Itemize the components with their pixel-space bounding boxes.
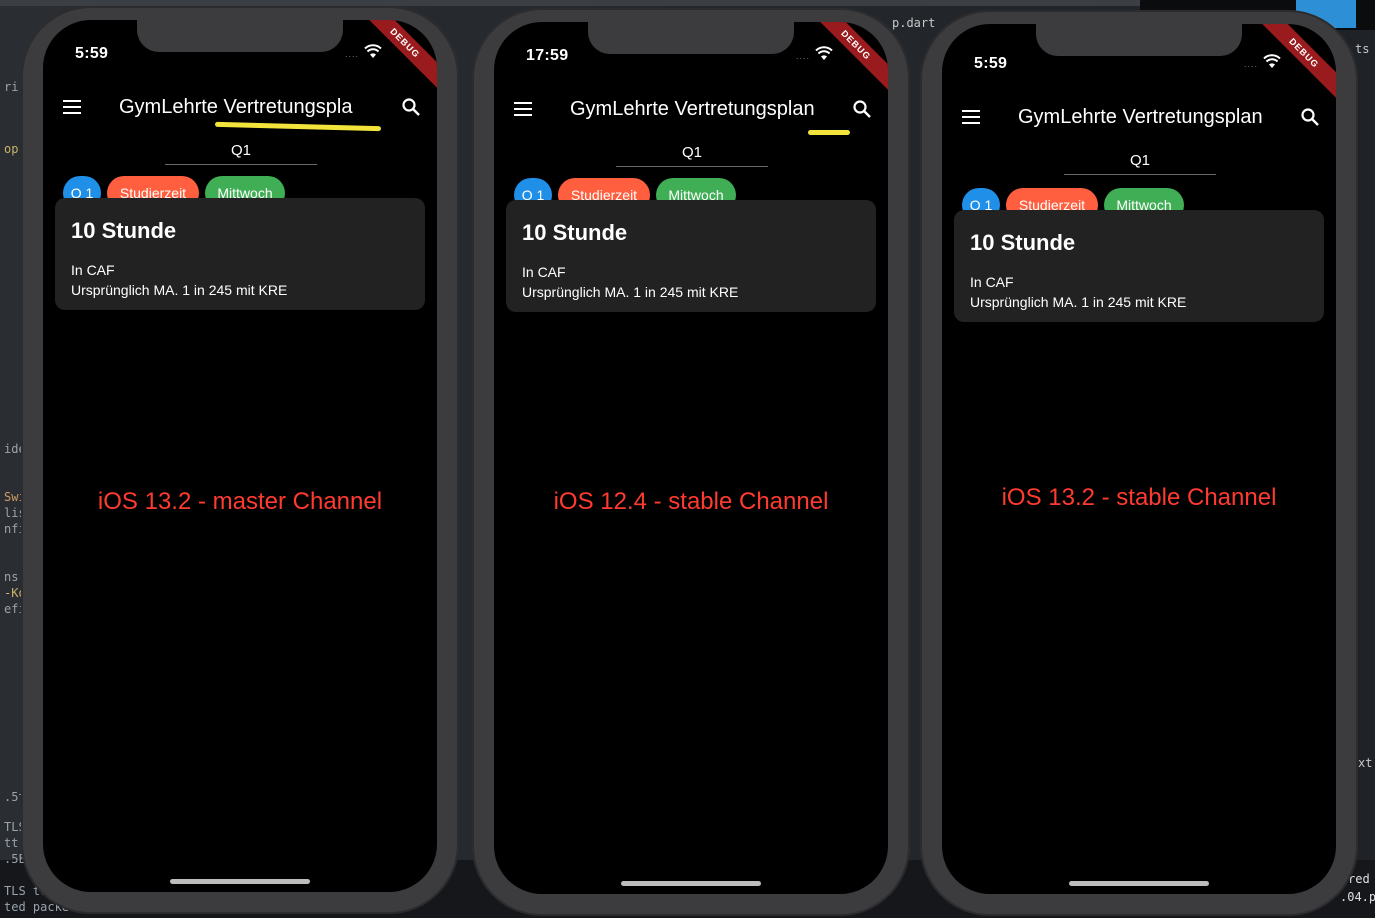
phone-simulator-ios-13-stable: 5:59 .... DEBUG GymLehrte Vertretungspla… [920,10,1358,916]
home-indicator [170,879,310,884]
editor-text: ri [4,80,19,94]
card-original: Ursprünglich MA. 1 in 245 mit KRE [522,284,739,300]
substitution-card[interactable]: 10 Stunde In CAF Ursprünglich MA. 1 in 2… [55,198,425,310]
status-bar: 5:59 .... DEBUG [43,20,437,92]
editor-text: op [4,142,19,156]
editor-text: tt [4,836,19,850]
phone-screen: 5:59 .... DEBUG GymLehrte Vertretungspla… [942,24,1336,894]
card-title: 10 Stunde [522,220,628,245]
card-room: In CAF [71,262,115,278]
screenshot-caption: iOS 13.2 - stable Channel [1001,484,1277,511]
yellow-highlight-mark [808,130,850,135]
phone-screen: 5:59 .... DEBUG GymLehrte Vertretungspla… [43,20,437,892]
card-title: 10 Stunde [71,218,177,243]
signal-dots: .... [344,49,359,59]
editor-tab-label: p.dart [892,16,936,30]
menu-icon[interactable] [514,102,532,116]
app-title: GymLehrte Vertretungsplan [1018,106,1263,128]
signal-dots: .... [1243,59,1258,69]
card-original: Ursprünglich MA. 1 in 245 mit KRE [71,282,288,298]
screenshot-caption: iOS 12.4 - stable Channel [553,488,829,515]
status-time: 17:59 [526,47,569,64]
app-bar: GymLehrte Vertretungsplan [942,100,1336,140]
substitution-card[interactable]: 10 Stunde In CAF Ursprünglich MA. 1 in 2… [506,200,876,312]
card-room: In CAF [970,274,1014,290]
terminal-text: .04.p [1340,890,1375,904]
card-room: In CAF [522,264,566,280]
editor-text: ns [4,570,19,584]
phone-screen: 17:59 .... DEBUG GymLehrte Vertretungspl… [494,22,888,894]
card-original: Ursprünglich MA. 1 in 245 mit KRE [970,294,1187,310]
class-filter-field[interactable]: Q1 [165,142,317,165]
wifi-icon [815,46,833,60]
wifi-icon [364,44,382,58]
home-indicator [1069,881,1209,886]
phone-simulator-ios-13-master: 5:59 .... DEBUG GymLehrte Vertretungspla… [21,6,459,914]
substitution-card[interactable]: 10 Stunde In CAF Ursprünglich MA. 1 in 2… [954,210,1324,322]
signal-dots: .... [795,51,810,61]
phone-simulator-ios-12-stable: 17:59 .... DEBUG GymLehrte Vertretungspl… [472,8,910,916]
class-filter-field[interactable]: Q1 [1064,152,1216,175]
status-time: 5:59 [974,55,1008,72]
search-icon[interactable] [1300,107,1320,127]
menu-icon[interactable] [63,100,81,114]
search-icon[interactable] [401,97,421,117]
app-title: GymLehrte Vertretungsplan [570,98,815,120]
search-icon[interactable] [852,99,872,119]
app-bar: GymLehrte Vertretungsplan [494,92,888,132]
screenshot-caption: iOS 13.2 - master Channel [97,488,383,515]
wifi-icon [1263,54,1281,68]
class-filter-field[interactable]: Q1 [616,144,768,167]
menu-icon[interactable] [962,110,980,124]
status-bar: 5:59 .... DEBUG [942,24,1336,102]
app-title: GymLehrte Vertretungspla [119,96,353,118]
status-bar: 17:59 .... DEBUG [494,22,888,94]
home-indicator [621,881,761,886]
editor-text: ts [1355,42,1370,56]
status-time: 5:59 [75,45,109,62]
card-title: 10 Stunde [970,230,1076,255]
editor-text: xt [1358,756,1373,770]
